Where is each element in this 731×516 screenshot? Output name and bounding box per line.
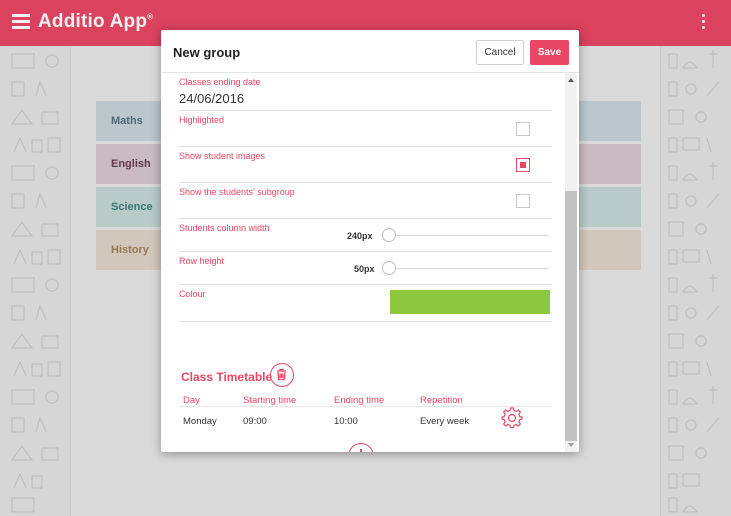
- column-width-row: Students column width 240px: [179, 219, 552, 252]
- show-subgroup-label: Show the students' subgroup: [179, 187, 295, 197]
- scroll-down-arrow[interactable]: [568, 443, 574, 447]
- row-height-value: 50px: [354, 264, 375, 274]
- dialog-header: New group Cancel Save: [161, 30, 579, 73]
- column-width-label: Students column width: [179, 223, 270, 233]
- cancel-button[interactable]: Cancel: [476, 40, 524, 65]
- row-end-time: 10:00: [334, 416, 358, 427]
- save-button[interactable]: Save: [530, 40, 569, 65]
- row-height-slider[interactable]: [384, 268, 549, 269]
- gear-icon: [501, 407, 523, 429]
- row-height-label: Row height: [179, 256, 225, 266]
- column-width-value: 240px: [347, 231, 373, 241]
- header-starting-time: Starting time: [243, 395, 297, 406]
- trash-icon: [277, 368, 286, 381]
- highlighted-row: Highlighted: [179, 111, 552, 147]
- column-width-slider-handle[interactable]: [382, 228, 396, 242]
- dialog-scrollbar[interactable]: [565, 73, 577, 452]
- show-subgroup-row: Show the students' subgroup: [179, 183, 552, 219]
- colour-picker[interactable]: [390, 290, 550, 314]
- timetable-settings-button[interactable]: [501, 406, 523, 429]
- dialog-body: Classes ending date 24/06/2016 Highlight…: [161, 73, 579, 452]
- row-height-row: Row height 50px: [179, 252, 552, 285]
- timetable-title: Class Timetable: [181, 370, 273, 384]
- header-day: Day: [183, 395, 200, 406]
- column-width-slider[interactable]: [384, 235, 549, 236]
- dialog-title: New group: [173, 45, 241, 60]
- new-group-dialog: New group Cancel Save Classes ending dat…: [161, 30, 579, 452]
- colour-row: Colour: [179, 285, 552, 322]
- colour-label: Colour: [179, 289, 206, 299]
- row-day: Monday: [183, 416, 217, 427]
- show-student-images-label: Show student images: [179, 151, 266, 161]
- highlighted-checkbox[interactable]: [516, 122, 530, 136]
- highlighted-label: Highlighted: [179, 115, 225, 125]
- classes-ending-date-value: 24/06/2016: [179, 91, 245, 106]
- classes-ending-date-label: Classes ending date: [179, 77, 261, 87]
- timetable-divider: [179, 406, 552, 407]
- scrollbar-thumb[interactable]: [565, 191, 577, 441]
- row-repetition: Every week: [420, 416, 470, 427]
- delete-timetable-button[interactable]: [270, 363, 294, 387]
- row-start-time: 09:00: [243, 416, 267, 427]
- classes-ending-date-field[interactable]: Classes ending date 24/06/2016: [179, 73, 552, 111]
- add-timetable-button[interactable]: [348, 443, 374, 452]
- header-repetition: Repetition: [420, 395, 463, 406]
- scroll-up-arrow[interactable]: [568, 78, 574, 82]
- row-height-slider-handle[interactable]: [382, 261, 396, 275]
- header-ending-time: Ending time: [334, 395, 385, 406]
- show-subgroup-checkbox[interactable]: [516, 194, 530, 208]
- show-student-images-row: Show student images: [179, 147, 552, 183]
- show-student-images-checkbox[interactable]: [516, 158, 530, 172]
